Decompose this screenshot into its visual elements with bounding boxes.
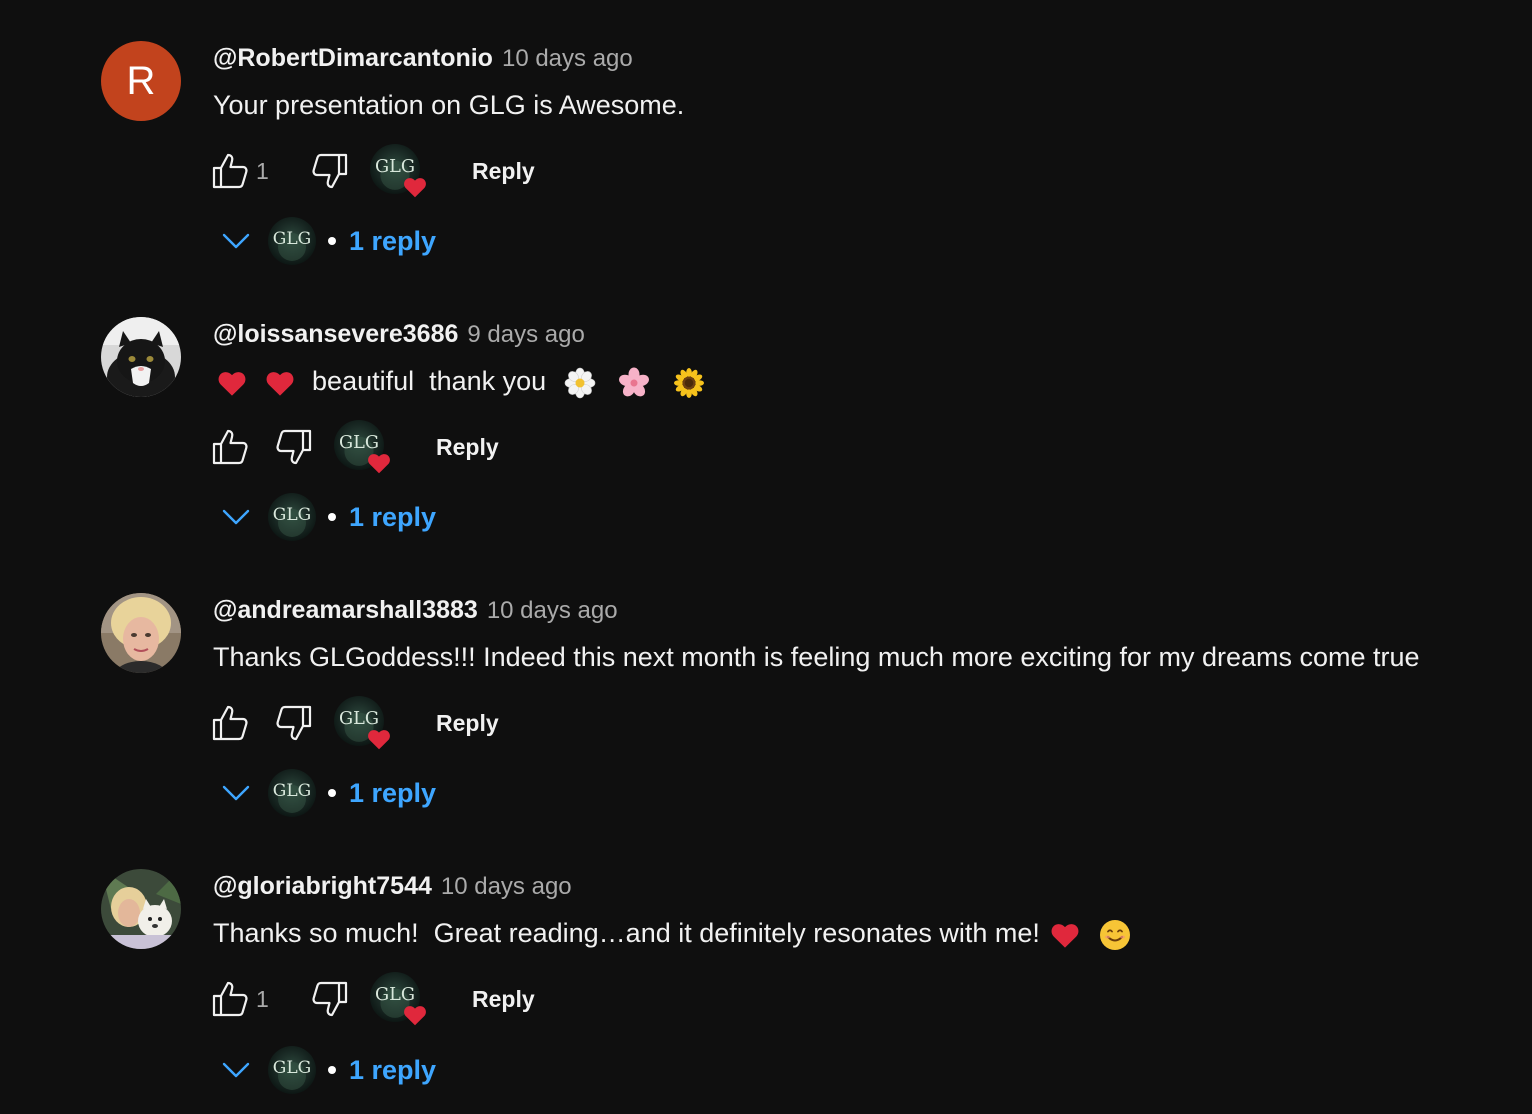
comment-header: @RobertDimarcantonio 10 days ago [213,44,633,76]
cherry-blossom-icon [618,367,650,399]
dislike-button[interactable] [272,425,316,469]
creator-avatar-icon [268,1046,316,1094]
separator-dot [328,513,336,521]
cat-avatar-image [101,317,181,397]
comment-text: Your presentation on GLG is Awesome. [213,86,684,124]
chevron-down-icon [220,225,252,257]
like-count: 1 [256,157,269,184]
view-replies-button[interactable]: 1 reply [220,215,436,267]
comment-header: @gloriabright7544 10 days ago [213,872,572,904]
chevron-down-icon [220,777,252,809]
like-button[interactable] [208,149,252,193]
view-replies-button[interactable]: 1 reply [220,491,436,543]
view-replies-button[interactable]: 1 reply [220,767,436,819]
avatar[interactable] [101,317,181,397]
thumbs-up-icon [210,979,250,1019]
dislike-button[interactable] [308,149,352,193]
user-photo-avatar [101,593,181,673]
comment-timestamp[interactable]: 9 days ago [467,321,584,349]
reply-button[interactable]: Reply [436,710,499,737]
creator-avatar-icon [268,217,316,265]
thumbs-down-icon [274,703,314,743]
comment-text: beautiful thank you [213,362,704,400]
heart-icon [366,450,392,476]
thumbs-down-icon [274,427,314,467]
creator-heart-badge [370,972,424,1026]
author-name[interactable]: @loissansevere3686 [213,320,458,349]
comments-section: R @RobertDimarcantonio 10 days ago Your … [0,0,1532,1114]
creator-heart-badge [334,420,388,474]
like-count: 1 [256,985,269,1012]
comment-actions: 1 Reply [208,146,535,196]
comment-timestamp[interactable]: 10 days ago [502,45,633,73]
comment-actions: Reply [208,698,499,748]
thumbs-down-icon [310,151,350,191]
dislike-button[interactable] [272,701,316,745]
thumbs-down-icon [310,979,350,1019]
creator-heart-badge [334,696,388,750]
separator-dot [328,789,336,797]
like-button[interactable] [208,701,252,745]
sunflower-icon [674,368,704,398]
thumbs-up-icon [210,151,250,191]
reply-button[interactable]: Reply [472,986,535,1013]
comment-text: Thanks so much! Great reading…and it def… [213,914,1131,952]
comment-text: Thanks GLGoddess!!! Indeed this next mon… [213,638,1420,676]
reply-count[interactable]: 1 reply [349,778,436,809]
like-button[interactable] [208,977,252,1021]
reply-button[interactable]: Reply [436,434,499,461]
comment-actions: Reply [208,422,499,472]
comment-text-body: Thanks GLGoddess!!! Indeed this next mon… [213,642,1420,672]
white-flower-icon [564,367,596,399]
creator-heart-badge [370,144,424,198]
comment-header: @andreamarshall3883 10 days ago [213,596,618,628]
heart-icon [366,726,392,752]
avatar-letter: R [101,41,181,121]
red-heart-icon [264,367,296,399]
comment-header: @loissansevere3686 9 days ago [213,320,585,352]
comment-text-body: Thanks so much! Great reading…and it def… [213,918,1040,948]
heart-icon [402,1002,428,1028]
user-photo-avatar [101,869,181,949]
red-heart-icon [216,367,248,399]
reply-button[interactable]: Reply [472,158,535,185]
comment-text-body: Your presentation on GLG is Awesome. [213,90,685,120]
author-name[interactable]: @RobertDimarcantonio [213,44,493,73]
avatar[interactable] [101,593,181,673]
avatar[interactable]: R [101,41,181,121]
author-name[interactable]: @andreamarshall3883 [213,596,478,625]
comment-thread: @gloriabright7544 10 days ago Thanks so … [0,828,1532,1104]
thumbs-up-icon [210,703,250,743]
smiling-face-icon [1099,919,1131,951]
red-heart-icon [1049,919,1081,951]
comment-thread: R @RobertDimarcantonio 10 days ago Your … [0,0,1532,276]
chevron-down-icon [220,1054,252,1086]
reply-count[interactable]: 1 reply [349,226,436,257]
comment-thread: @andreamarshall3883 10 days ago Thanks G… [0,552,1532,828]
comment-text-body: beautiful thank you [312,366,547,396]
comment-timestamp[interactable]: 10 days ago [441,873,572,901]
comment-timestamp[interactable]: 10 days ago [487,597,618,625]
comment-actions: 1 Reply [208,974,535,1024]
separator-dot [328,237,336,245]
view-replies-button[interactable]: 1 reply [220,1044,436,1096]
heart-icon [402,174,428,200]
author-name[interactable]: @gloriabright7544 [213,872,432,901]
creator-avatar-icon [268,769,316,817]
thumbs-up-icon [210,427,250,467]
reply-count[interactable]: 1 reply [349,502,436,533]
dislike-button[interactable] [308,977,352,1021]
chevron-down-icon [220,501,252,533]
like-button[interactable] [208,425,252,469]
comment-thread: @loissansevere3686 9 days ago beautiful … [0,276,1532,552]
separator-dot [328,1066,336,1074]
creator-avatar-icon [268,493,316,541]
avatar[interactable] [101,869,181,949]
reply-count[interactable]: 1 reply [349,1055,436,1086]
